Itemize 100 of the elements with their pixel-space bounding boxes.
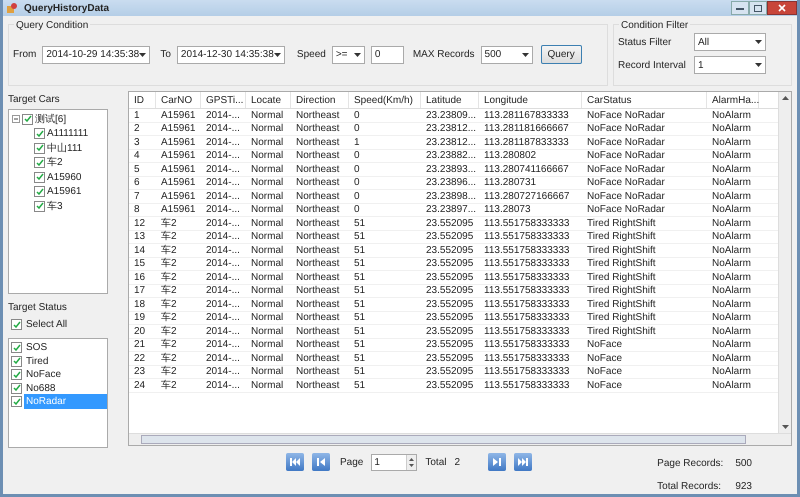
- speed-input[interactable]: 0: [370, 46, 404, 64]
- checkbox-label[interactable]: Select All: [26, 317, 68, 332]
- status-item[interactable]: NoFace: [24, 367, 107, 382]
- max-records-dropdown[interactable]: 500: [480, 46, 533, 64]
- table-cell-text: 23.552095: [425, 216, 474, 230]
- column-header[interactable]: Direction: [291, 92, 349, 108]
- checkbox[interactable]: [11, 369, 22, 380]
- status-filter-dropdown[interactable]: All: [694, 33, 766, 51]
- scroll-down-icon[interactable]: [782, 425, 788, 429]
- next-page-button[interactable]: [488, 453, 506, 471]
- record-interval-dropdown[interactable]: 1: [694, 56, 766, 74]
- last-page-button[interactable]: [514, 453, 532, 471]
- minimize-button[interactable]: [731, 1, 749, 15]
- column-header[interactable]: GPSTi...: [201, 92, 246, 108]
- tree-item[interactable]: 中山111: [47, 140, 82, 156]
- previous-page-icon[interactable]: [315, 457, 327, 467]
- previous-page-button[interactable]: [312, 453, 330, 471]
- checkbox[interactable]: [34, 186, 45, 198]
- dropdown-arrow-icon[interactable]: [274, 52, 281, 56]
- status-item[interactable]: No688: [24, 380, 107, 396]
- table-cell-text: 2014-...: [205, 324, 241, 338]
- dropdown-arrow-icon[interactable]: [755, 63, 762, 67]
- checkbox[interactable]: [34, 142, 45, 154]
- status-item[interactable]: SOS: [24, 340, 107, 356]
- checkbox[interactable]: [11, 356, 22, 367]
- vertical-scrollbar[interactable]: [778, 92, 791, 433]
- close-button[interactable]: [767, 1, 797, 15]
- next-page-icon[interactable]: [491, 457, 504, 467]
- table-cell-text: 113.281181666667: [483, 122, 570, 136]
- table-cell-text: 113.280802: [483, 149, 538, 162]
- field-label: Total: [425, 456, 446, 470]
- expander-icon[interactable]: [12, 115, 20, 124]
- checkbox[interactable]: [22, 114, 33, 125]
- scroll-up-icon[interactable]: [782, 96, 788, 100]
- column-header[interactable]: ID: [129, 92, 156, 108]
- first-page-button[interactable]: [286, 453, 304, 471]
- table-cell-text: Northeast: [295, 244, 340, 257]
- checkbox[interactable]: [11, 319, 22, 330]
- close-icon[interactable]: [778, 4, 786, 12]
- table-cell-text: 0: [353, 176, 361, 190]
- table-cell-text: 19: [133, 311, 146, 324]
- operator-dropdown[interactable]: >=: [332, 46, 365, 64]
- checkbox[interactable]: [34, 157, 45, 168]
- field-label: Record Interval: [618, 58, 687, 72]
- table-cell-text: Northeast: [295, 162, 340, 176]
- table-cell-text: 2014-...: [205, 338, 241, 352]
- dropdown-arrow-icon[interactable]: [755, 40, 762, 44]
- column-header[interactable]: Speed(Km/h): [349, 92, 421, 108]
- table-cell-text: NoAlarm: [711, 244, 752, 257]
- last-page-icon[interactable]: [517, 457, 530, 467]
- table-cell-text: NoAlarm: [711, 311, 752, 324]
- from-date-picker[interactable]: 2014-10-29 14:35:38: [42, 46, 150, 64]
- checkbox[interactable]: [11, 342, 22, 354]
- table-cell-text: Northeast: [295, 311, 340, 324]
- tree-item[interactable]: 车3: [47, 198, 63, 214]
- column-header[interactable]: CarStatus: [582, 92, 707, 108]
- table-cell-text: 24: [133, 378, 146, 392]
- table-cell-text: 0: [353, 122, 361, 136]
- checkbox[interactable]: [11, 382, 22, 394]
- tree-item[interactable]: 测试[6]: [35, 112, 66, 127]
- table-cell-text: 23.552095: [425, 284, 474, 298]
- tree-item[interactable]: A15961: [47, 184, 82, 200]
- checkbox[interactable]: [11, 396, 22, 408]
- table-cell-text: 51: [353, 338, 366, 352]
- checkbox[interactable]: [34, 172, 45, 183]
- checkbox[interactable]: [34, 200, 45, 212]
- column-header[interactable]: Locate: [246, 92, 291, 108]
- app-icon: [6, 2, 18, 14]
- status-item[interactable]: Tired: [24, 354, 107, 369]
- dropdown-arrow-icon[interactable]: [354, 52, 361, 56]
- column-header[interactable]: Latitude: [421, 92, 479, 108]
- tree-item[interactable]: A1111111: [47, 126, 88, 142]
- query-button[interactable]: Query: [540, 45, 582, 64]
- page-spinner[interactable]: 1: [371, 454, 418, 470]
- dropdown-arrow-icon[interactable]: [522, 52, 529, 56]
- table-cell-text: A15961: [160, 203, 196, 216]
- tree-item[interactable]: 车2: [47, 155, 63, 170]
- table-cell-text: NoFace: [586, 352, 624, 365]
- table-cell-text: Tired RightShift: [586, 230, 657, 244]
- maximize-icon[interactable]: [754, 4, 762, 12]
- table-cell-text: 23.23897...: [425, 203, 478, 216]
- table-cell-text: 13: [133, 230, 146, 244]
- maximize-button[interactable]: [749, 1, 767, 15]
- minimize-icon[interactable]: [736, 6, 744, 10]
- column-header[interactable]: CarNO: [156, 92, 201, 108]
- horizontal-scrollbar[interactable]: [129, 433, 791, 445]
- table-cell-text: NoAlarm: [711, 230, 752, 244]
- to-date-picker[interactable]: 2014-12-30 14:35:38: [176, 46, 285, 64]
- column-header[interactable]: AlarmHa...: [707, 92, 759, 108]
- table-cell-text: 2014-...: [205, 230, 241, 244]
- first-page-icon[interactable]: [289, 457, 301, 467]
- column-header[interactable]: Longitude: [479, 92, 582, 108]
- table-cell-text: 车2: [160, 311, 178, 324]
- spinner-arrows-icon[interactable]: [409, 458, 414, 466]
- table-cell-text: Tired RightShift: [586, 284, 657, 298]
- table-cell-text: NoFace NoRadar: [586, 162, 666, 176]
- table-cell-text: 2014-...: [205, 203, 241, 216]
- tree-item[interactable]: A15960: [47, 170, 82, 185]
- dropdown-arrow-icon[interactable]: [139, 52, 146, 56]
- checkbox[interactable]: [34, 128, 45, 140]
